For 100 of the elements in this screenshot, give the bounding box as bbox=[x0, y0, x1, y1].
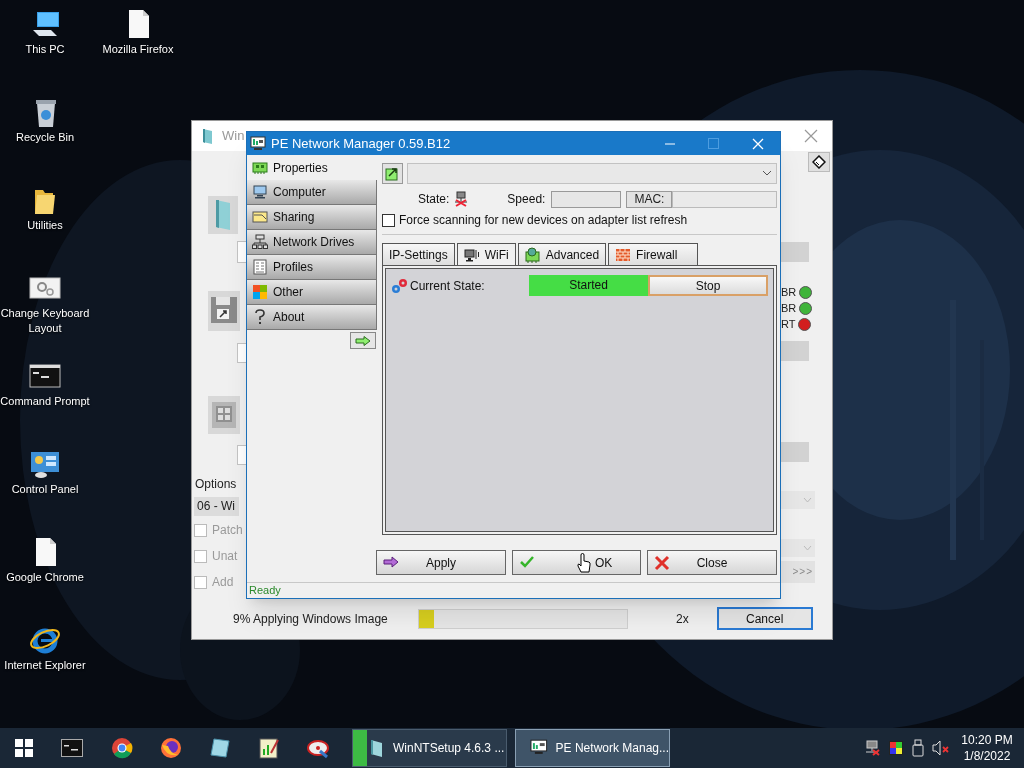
chevron-down-icon bbox=[803, 497, 812, 503]
checkbox-label: Add bbox=[212, 574, 234, 591]
options-label: Options bbox=[195, 476, 238, 493]
console-icon[interactable] bbox=[61, 739, 83, 757]
desktop-icon-label[interactable]: This PC bbox=[0, 42, 93, 57]
tiles-icon bbox=[252, 284, 268, 300]
button[interactable] bbox=[237, 241, 247, 263]
tab[interactable]: IP-Settings bbox=[382, 243, 455, 265]
speed-label: Speed: bbox=[507, 191, 546, 208]
monitor-icon bbox=[252, 184, 268, 200]
close-icon bbox=[654, 554, 670, 571]
network-monitor-icon bbox=[250, 136, 266, 151]
status-indicator: Started bbox=[529, 275, 648, 296]
progress-text: 9% Applying Windows Image bbox=[233, 610, 389, 628]
taskbar-button[interactable]: WinNTSetup 4.6.3 ... bbox=[352, 729, 507, 767]
desktop-icon-label[interactable]: Utilities bbox=[0, 218, 93, 233]
forward-button[interactable] bbox=[350, 332, 376, 349]
book-icon bbox=[208, 196, 238, 234]
desktop-icon-label[interactable]: Command Prompt bbox=[0, 394, 93, 409]
tab[interactable]: WiFi bbox=[456, 243, 516, 266]
checkbox[interactable] bbox=[194, 575, 207, 589]
network-drives-icon bbox=[252, 234, 268, 250]
chevron-down-icon bbox=[762, 170, 772, 176]
taskbar-button[interactable]: PE Network Manag... bbox=[515, 729, 670, 767]
tablet-icon[interactable] bbox=[209, 737, 231, 759]
desktop-icon-label[interactable]: Google Chrome bbox=[0, 570, 93, 585]
brick-wall-icon bbox=[615, 246, 632, 263]
edition-select[interactable]: 06 - Wi bbox=[194, 497, 239, 516]
button[interactable] bbox=[780, 242, 809, 262]
checklist-icon bbox=[252, 259, 268, 275]
export-icon bbox=[385, 165, 400, 181]
checkbox[interactable] bbox=[382, 213, 395, 227]
wifi-monitor-icon bbox=[463, 247, 480, 263]
tab[interactable]: Advanced bbox=[517, 243, 607, 265]
button[interactable] bbox=[780, 442, 809, 462]
network-disconnected-icon[interactable] bbox=[864, 740, 880, 756]
question-icon bbox=[252, 309, 268, 325]
desktop-icon-label[interactable]: Control Panel bbox=[0, 482, 93, 497]
nav-item[interactable]: About bbox=[247, 305, 377, 330]
usb-drive-icon[interactable] bbox=[912, 739, 924, 757]
window-title: Win bbox=[222, 127, 245, 146]
fox-globe-icon[interactable] bbox=[160, 737, 182, 759]
desktop-icon-label[interactable]: Recycle Bin bbox=[0, 130, 93, 145]
window-title: PE Network Manager 0.59.B12 bbox=[271, 134, 451, 153]
clock-date[interactable]: 1/8/2022 bbox=[963, 748, 1011, 764]
network-disconnected-icon bbox=[453, 191, 470, 207]
chrome-icon[interactable] bbox=[111, 737, 133, 759]
stop-button[interactable]: Stop bbox=[648, 275, 768, 296]
export-button[interactable] bbox=[382, 162, 403, 184]
indicator-label: RT bbox=[781, 317, 796, 331]
speed-field bbox=[551, 190, 622, 208]
mac-label: MAC: bbox=[626, 190, 673, 208]
tab[interactable]: Firewall bbox=[608, 243, 699, 265]
indicator-label: BR bbox=[781, 285, 797, 299]
gears-icon bbox=[390, 277, 408, 294]
notepad-chart-icon[interactable] bbox=[258, 737, 280, 759]
desktop-icon-label[interactable]: Mozilla Firefox bbox=[90, 42, 186, 57]
button[interactable] bbox=[780, 341, 809, 361]
checkbox-label: Force scanning for new devices on adapter list refresh bbox=[399, 212, 688, 229]
arrow-right-icon bbox=[383, 554, 399, 571]
chevron-down-icon bbox=[803, 545, 812, 551]
clock-time[interactable]: 10:20 PM bbox=[961, 732, 1013, 748]
nav-item[interactable]: Computer bbox=[247, 180, 377, 205]
floppy-icon bbox=[208, 291, 240, 331]
network-card-icon bbox=[252, 159, 268, 176]
start-icon[interactable] bbox=[15, 739, 33, 757]
button[interactable] bbox=[237, 445, 247, 465]
checkbox[interactable] bbox=[194, 549, 207, 563]
arrow-right-icon bbox=[355, 335, 371, 346]
book-icon bbox=[201, 127, 214, 145]
dialog-button[interactable]: OK bbox=[512, 550, 641, 575]
checkbox-label: Unat bbox=[212, 548, 238, 565]
speed-label: 2x bbox=[676, 610, 689, 628]
dropdown[interactable] bbox=[780, 539, 815, 557]
checkbox-label: Patch bbox=[212, 522, 243, 539]
disk-image-icon bbox=[208, 396, 240, 434]
speaker-muted-icon[interactable] bbox=[932, 740, 950, 756]
nav-item[interactable]: Network Drives bbox=[247, 230, 377, 255]
dialog-button[interactable]: Close bbox=[647, 550, 777, 575]
indicator-label: BR bbox=[781, 301, 797, 315]
state-label: State: bbox=[418, 191, 450, 208]
settings-button[interactable] bbox=[808, 152, 830, 172]
desktop-icon-label[interactable]: Internet Explorer bbox=[0, 658, 93, 673]
color-palette-icon[interactable] bbox=[888, 740, 904, 756]
dropdown[interactable] bbox=[780, 491, 815, 509]
nav-item[interactable]: Sharing bbox=[247, 205, 377, 230]
nav-item[interactable]: Profiles bbox=[247, 255, 377, 280]
status-bar: Ready bbox=[247, 582, 780, 598]
folder-share-icon bbox=[252, 209, 268, 225]
current-state-label: Current State: bbox=[410, 277, 486, 295]
desktop-icon-label[interactable]: Change Keyboard Layout bbox=[0, 306, 93, 336]
disk-tool-icon[interactable] bbox=[306, 737, 330, 759]
checkbox[interactable] bbox=[194, 523, 207, 537]
hand-cursor-icon bbox=[577, 552, 591, 573]
nav-item[interactable]: Other bbox=[247, 280, 377, 305]
dialog-button[interactable]: Apply bbox=[376, 550, 506, 575]
close-icon[interactable] bbox=[804, 129, 818, 143]
network-card-icon bbox=[524, 246, 541, 263]
cancel-button[interactable]: Cancel bbox=[716, 607, 813, 630]
button[interactable] bbox=[237, 343, 247, 363]
